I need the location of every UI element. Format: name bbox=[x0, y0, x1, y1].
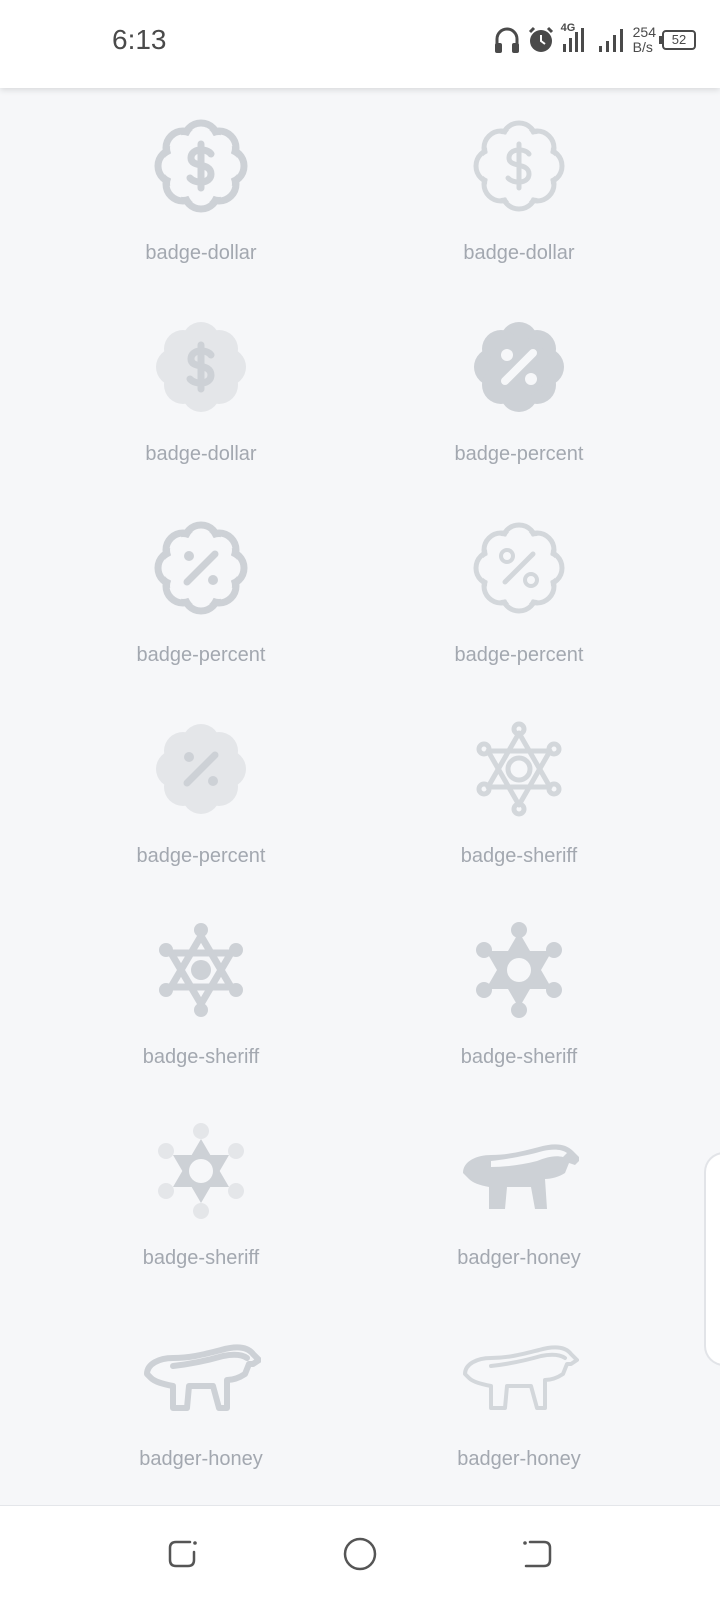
badge-sheriff-solid-icon bbox=[476, 922, 562, 1018]
recents-button[interactable] bbox=[164, 1534, 204, 1574]
icon-label: badge-sheriff bbox=[460, 845, 578, 867]
headphones-icon bbox=[494, 27, 519, 53]
badge-percent-solid-icon bbox=[474, 322, 564, 412]
icon-card[interactable]: badger-honey bbox=[359, 1294, 679, 1484]
icon-label: badger-honey bbox=[457, 1247, 581, 1269]
icon-card[interactable]: badge-percent bbox=[41, 490, 361, 680]
icon-card[interactable]: badge-dollar bbox=[359, 88, 679, 278]
icon-label: badger-honey bbox=[457, 1448, 581, 1470]
net-speed: 254 B/s bbox=[633, 25, 656, 55]
navigation-bar bbox=[0, 1505, 720, 1601]
battery-level: 52 bbox=[671, 32, 687, 47]
icon-label: badge-dollar bbox=[145, 242, 257, 264]
icon-label: badge-dollar bbox=[463, 242, 575, 264]
icon-card[interactable]: badge-sheriff bbox=[359, 892, 679, 1082]
badge-sheriff-outline-icon bbox=[159, 923, 243, 1017]
icon-card[interactable]: badge-percent bbox=[359, 490, 679, 680]
icon-label: badge-sheriff bbox=[142, 1046, 260, 1068]
alarm-icon bbox=[528, 26, 553, 52]
icon-label: badge-percent bbox=[136, 644, 266, 666]
badge-dollar-outline-light-icon bbox=[473, 120, 565, 212]
badge-percent-outline-light-icon bbox=[473, 522, 565, 614]
badger-honey-outline-light-icon bbox=[463, 1345, 579, 1410]
icon-label: badge-percent bbox=[136, 845, 266, 867]
net-speed-unit: B/s bbox=[632, 39, 653, 55]
back-button[interactable] bbox=[516, 1534, 556, 1574]
icon-card[interactable]: badge-sheriff bbox=[41, 1093, 361, 1283]
icon-card[interactable]: badge-dollar bbox=[41, 289, 361, 479]
badge-percent-duotone-icon bbox=[156, 724, 246, 814]
status-time: 6:13 bbox=[112, 24, 167, 55]
icon-card[interactable]: badge-percent bbox=[41, 691, 361, 881]
icon-card[interactable]: badge-sheriff bbox=[41, 892, 361, 1082]
icon-card[interactable]: badger-honey bbox=[41, 1294, 361, 1484]
icon-label: badge-percent bbox=[454, 443, 584, 465]
status-icons: 4G 254 B/s 52 bbox=[493, 20, 696, 60]
icon-label: badge-sheriff bbox=[460, 1046, 578, 1068]
signal-icon bbox=[598, 29, 623, 52]
icon-card[interactable]: badge-dollar bbox=[41, 88, 361, 278]
status-bar: 6:13 4G 254 B/s 52 bbox=[0, 0, 720, 88]
icon-card[interactable]: badger-honey bbox=[359, 1093, 679, 1283]
edge-panel-handle[interactable] bbox=[704, 1152, 720, 1366]
icon-label: badge-sheriff bbox=[142, 1247, 260, 1269]
icon-label: badger-honey bbox=[139, 1448, 263, 1470]
badger-honey-outline-icon bbox=[144, 1344, 261, 1411]
badge-percent-outline-icon bbox=[154, 521, 248, 615]
badge-sheriff-thin-icon bbox=[476, 721, 562, 817]
icon-label: badge-percent bbox=[454, 644, 584, 666]
badger-honey-solid-icon bbox=[463, 1144, 579, 1209]
net-speed-value: 254 bbox=[632, 24, 656, 40]
icon-card[interactable]: badge-percent bbox=[359, 289, 679, 479]
icon-card[interactable]: badge-sheriff bbox=[359, 691, 679, 881]
signal-4g-icon: 4G bbox=[561, 22, 591, 54]
home-button[interactable] bbox=[340, 1534, 380, 1574]
badge-sheriff-duotone-icon bbox=[158, 1123, 244, 1219]
icon-list[interactable]: badge-dollar badge-dollar badge-dollar b… bbox=[0, 88, 720, 1505]
badge-dollar-duotone-icon bbox=[156, 322, 246, 412]
badge-dollar-outline-icon bbox=[154, 119, 248, 213]
battery-icon: 52 bbox=[659, 30, 696, 50]
icon-label: badge-dollar bbox=[145, 443, 257, 465]
